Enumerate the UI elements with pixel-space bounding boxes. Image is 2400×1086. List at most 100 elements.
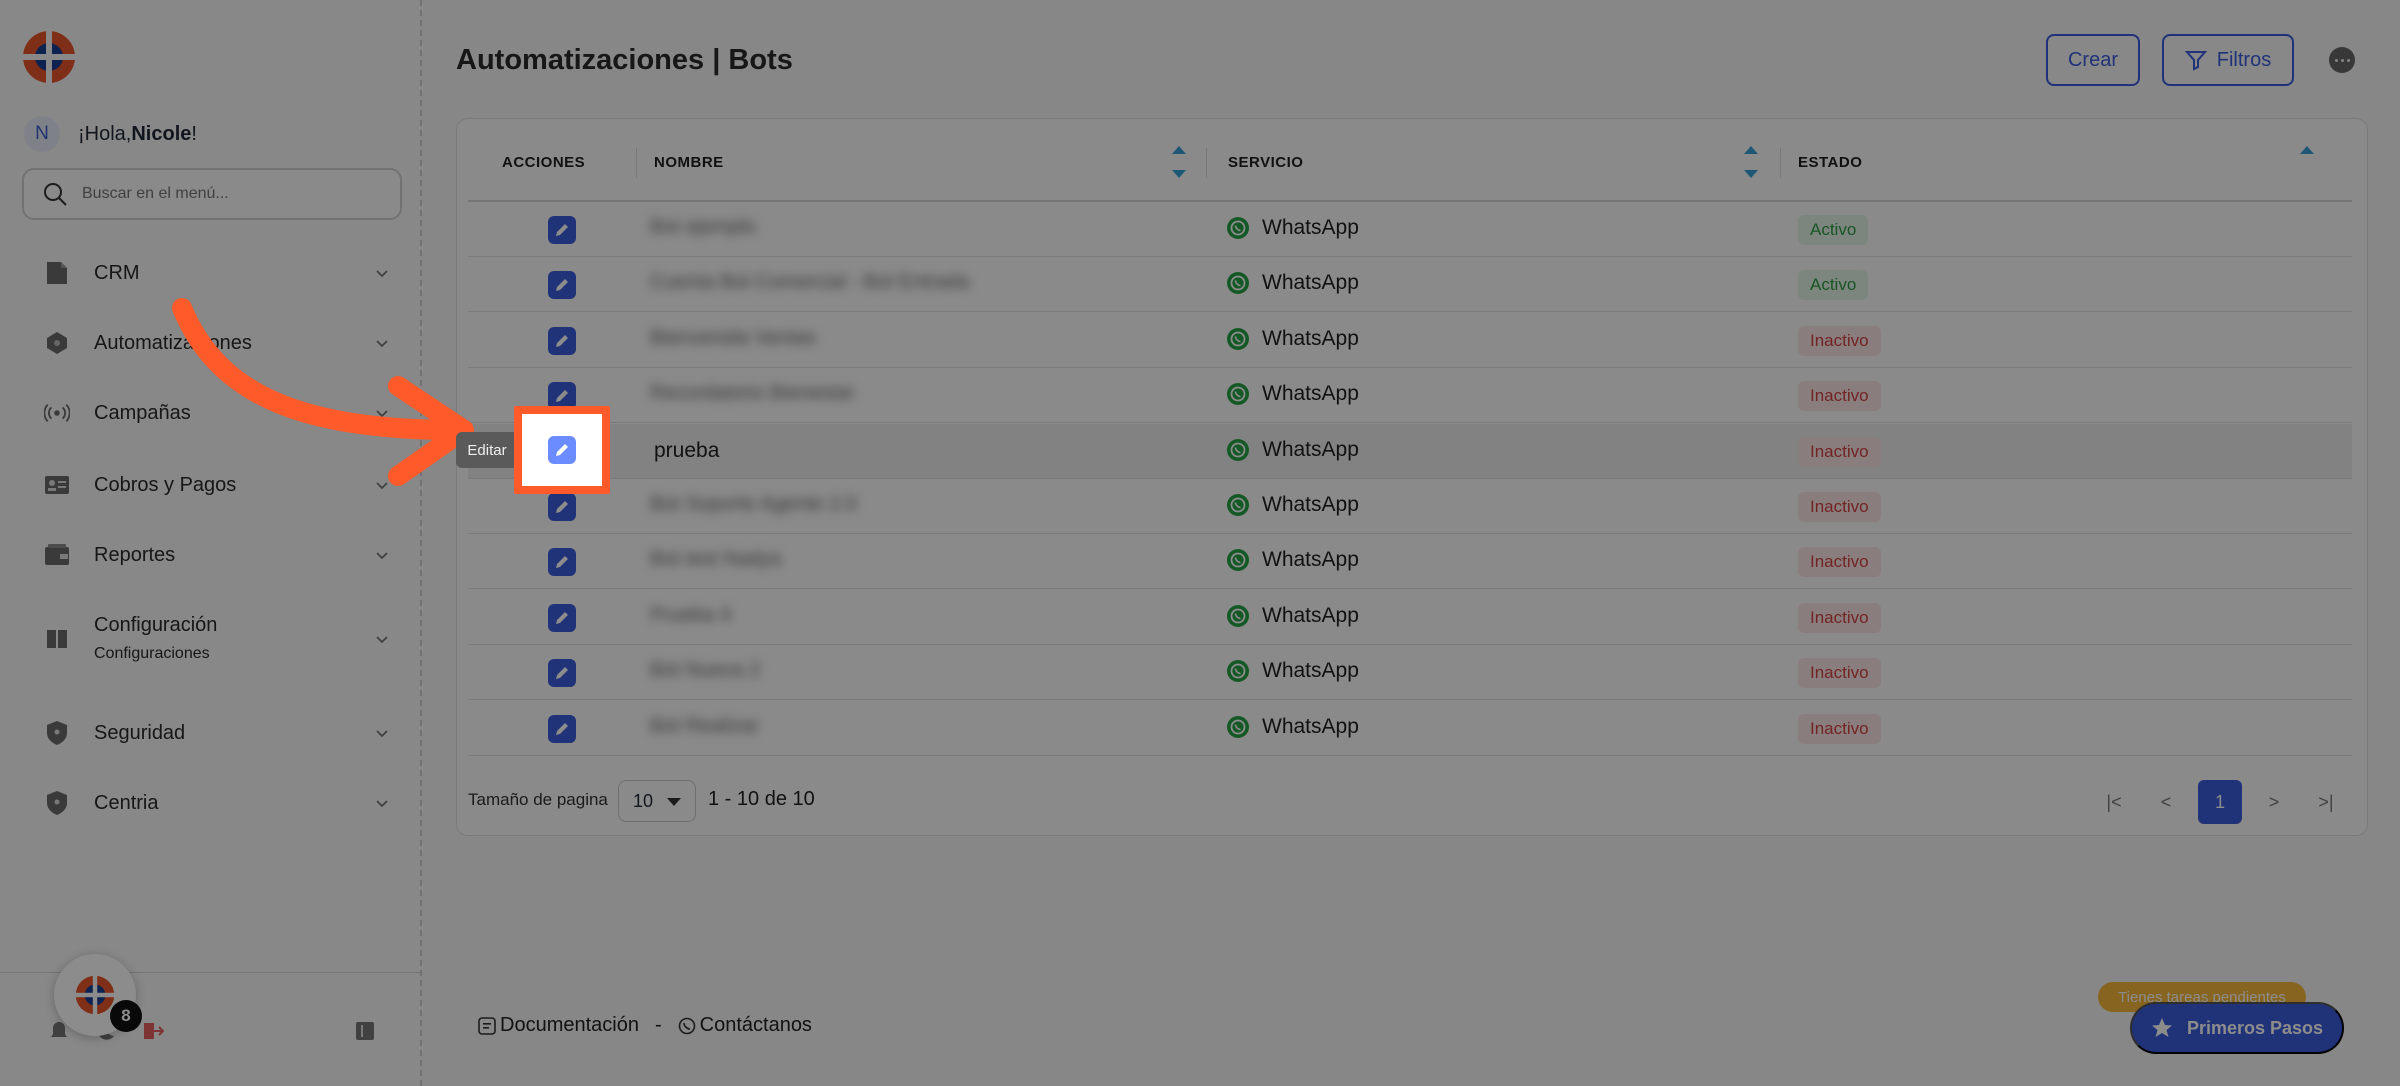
- document-icon: [44, 260, 70, 286]
- sort-icon[interactable]: [2298, 142, 2316, 182]
- whatsapp-icon: [1227, 217, 1249, 239]
- service-label: WhatsApp: [1262, 714, 1359, 738]
- sort-icon[interactable]: [1742, 142, 1760, 182]
- logout-icon[interactable]: [142, 1020, 164, 1042]
- app-logo-icon[interactable]: [22, 30, 76, 84]
- sort-icon[interactable]: [1170, 142, 1188, 182]
- footer-separator: -: [654, 1014, 662, 1036]
- shield-icon: [44, 720, 70, 746]
- column-header-nombre[interactable]: NOMBRE: [654, 154, 724, 171]
- edit-button[interactable]: [548, 216, 576, 244]
- table-row[interactable]: prueba WhatsApp Inactivo: [468, 423, 2352, 479]
- documentation-link[interactable]: Documentación: [500, 1014, 639, 1037]
- table-row[interactable]: Bot Realizar WhatsApp Inactivo: [468, 701, 2352, 756]
- service-label: WhatsApp: [1262, 216, 1359, 239]
- sidebar-item-seguridad[interactable]: Seguridad: [44, 720, 390, 746]
- edit-button[interactable]: [548, 548, 576, 577]
- sidebar-item-label: Configuración: [94, 614, 218, 636]
- whatsapp-icon: [1227, 660, 1249, 683]
- service-cell: WhatsApp: [1226, 438, 1359, 462]
- edit-button-highlighted[interactable]: [548, 436, 576, 464]
- last-page-icon[interactable]: >|: [2306, 782, 2346, 822]
- menu-search[interactable]: [22, 168, 402, 220]
- edit-button[interactable]: [548, 714, 576, 743]
- edit-button[interactable]: [548, 271, 576, 300]
- sidebar: N ¡Hola, Nicole! CRM Automatizaciones Ca…: [0, 0, 422, 1086]
- next-page-icon[interactable]: >: [2254, 782, 2294, 822]
- table-row[interactable]: Recordatorio Bienestar WhatsApp Inactivo: [468, 368, 2352, 424]
- prev-page-icon[interactable]: <: [2146, 782, 2186, 822]
- sidebar-item-label: Centria: [94, 791, 159, 814]
- pencil-icon: [556, 611, 568, 624]
- edit-button[interactable]: [548, 326, 576, 355]
- tour-spotlight: [514, 406, 610, 494]
- status-badge: Inactivo: [1798, 325, 1881, 356]
- page-size-select[interactable]: 10: [618, 780, 696, 822]
- avatar[interactable]: N: [24, 116, 60, 152]
- collapse-sidebar-icon[interactable]: [354, 1020, 376, 1042]
- sidebar-item-crm[interactable]: CRM: [44, 260, 390, 286]
- whatsapp-icon: [1227, 438, 1249, 461]
- spotlight-target[interactable]: [522, 414, 602, 486]
- bot-name: Bot Realizar: [650, 714, 759, 737]
- sidebar-item-label: CRM: [94, 261, 140, 284]
- sidebar-item-label-group: Configuración Configuraciones: [94, 614, 217, 663]
- filters-button[interactable]: Filtros: [2162, 34, 2294, 86]
- search-input[interactable]: [82, 185, 382, 203]
- whatsapp-icon: [1227, 494, 1249, 516]
- service-cell: WhatsApp: [1226, 548, 1359, 572]
- table-row[interactable]: Bot ejemplo WhatsApp Activo: [468, 202, 2352, 257]
- table-row[interactable]: Bot Nueva 2 WhatsApp Inactivo: [468, 645, 2352, 701]
- service-cell: WhatsApp: [1226, 216, 1359, 240]
- edit-button[interactable]: [548, 659, 576, 688]
- chevron-down-icon: [376, 552, 388, 560]
- greeting-suffix: !: [191, 122, 197, 145]
- status-badge: Inactivo: [1798, 492, 1881, 522]
- greeting: N ¡Hola, Nicole!: [24, 116, 197, 152]
- column-header-estado[interactable]: ESTADO: [1798, 154, 1862, 171]
- status-badge: Inactivo: [1798, 713, 1881, 744]
- footer-links: Documentación - Contáctanos: [478, 1014, 812, 1037]
- table-row[interactable]: Bot test Nadya WhatsApp Inactivo: [468, 534, 2352, 590]
- more-options-icon[interactable]: [2329, 47, 2355, 73]
- pencil-icon: [556, 501, 568, 513]
- table-row[interactable]: Prueba 4 WhatsApp Inactivo: [468, 590, 2352, 645]
- page-size-label: Tamaño de pagina: [468, 790, 608, 809]
- table-row[interactable]: Bienvenida Ventas WhatsApp Inactivo: [468, 313, 2352, 368]
- service-label: WhatsApp: [1262, 437, 1359, 461]
- edit-button[interactable]: [548, 603, 576, 632]
- bot-name: Bot Soporte Agente 2.0: [650, 493, 857, 515]
- service-label: WhatsApp: [1262, 603, 1359, 627]
- column-header-servicio[interactable]: SERVICIO: [1228, 154, 1303, 171]
- sidebar-item-reportes[interactable]: Reportes: [44, 542, 390, 568]
- tour-arrow-icon: [172, 298, 474, 486]
- first-steps-button[interactable]: Primeros Pasos: [2130, 1002, 2344, 1054]
- service-cell: WhatsApp: [1226, 493, 1359, 517]
- pencil-icon: [556, 722, 568, 735]
- bot-name: Cuenta Bot Comercial - Bot Entrada: [650, 271, 970, 294]
- first-page-icon[interactable]: |<: [2094, 782, 2134, 822]
- contact-link[interactable]: Contáctanos: [700, 1014, 812, 1037]
- table-row[interactable]: Cuenta Bot Comercial - Bot Entrada WhatsA…: [468, 257, 2352, 313]
- pencil-icon: [556, 444, 568, 456]
- column-header-acciones: ACCIONES: [502, 154, 586, 171]
- id-card-icon: [44, 472, 70, 498]
- sidebar-item-sublabel: Configuraciones: [94, 645, 210, 662]
- notification-count-badge: 8: [110, 1000, 142, 1032]
- page-button-current[interactable]: 1: [2198, 780, 2242, 824]
- status-badge: Inactivo: [1798, 658, 1881, 689]
- bot-name: Bot Nueva 2: [650, 659, 761, 682]
- table-row[interactable]: Bot Soporte Agente 2.0 WhatsApp Inactivo: [468, 479, 2352, 534]
- create-button[interactable]: Crear: [2046, 34, 2140, 86]
- sidebar-item-centria[interactable]: Centria: [44, 790, 390, 816]
- column-divider: [1206, 148, 1207, 178]
- service-label: WhatsApp: [1262, 326, 1359, 350]
- sidebar-item-configuracion[interactable]: Configuración Configuraciones: [44, 614, 390, 663]
- service-label: WhatsApp: [1262, 271, 1359, 295]
- edit-button[interactable]: [548, 493, 576, 521]
- service-cell: WhatsApp: [1226, 715, 1359, 739]
- whatsapp-icon: [1227, 383, 1249, 406]
- service-cell: WhatsApp: [1226, 382, 1359, 406]
- sidebar-item-label: Reportes: [94, 543, 176, 566]
- star-icon: [2151, 1018, 2172, 1037]
